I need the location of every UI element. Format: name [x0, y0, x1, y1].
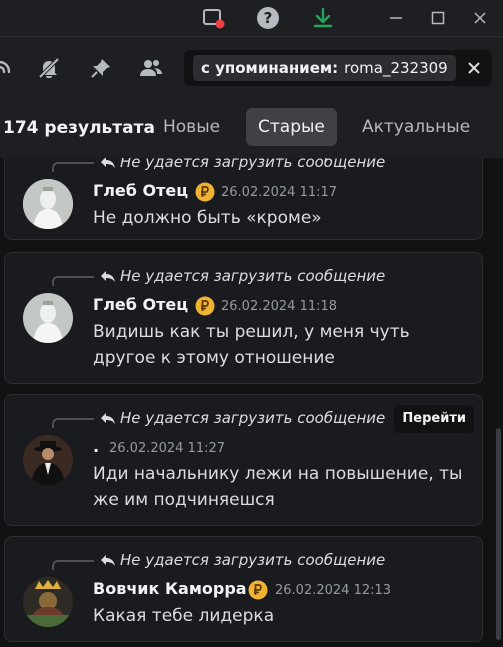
reply-error-text: Не удается загрузить сообщение [120, 267, 386, 285]
ruble-badge-icon [195, 296, 215, 316]
avatar[interactable] [23, 577, 73, 627]
clear-search-icon[interactable] [464, 58, 484, 78]
reply-connector [52, 276, 94, 286]
tab-oldest[interactable]: Старые [246, 108, 337, 146]
message-text: Видишь как ты решил, у меня чуть другое … [93, 322, 410, 368]
list-item[interactable]: Не удается загрузить сообщение Глеб Отец… [4, 158, 483, 240]
search-input[interactable]: с упоминанием: roma_232309 [184, 50, 492, 86]
message-text: Какая тебе лидерка [93, 606, 275, 626]
list-item[interactable]: Не удается загрузить сообщение Перейти .… [4, 394, 483, 526]
message-author[interactable]: . [93, 437, 99, 456]
reply-error-text: Не удается загрузить сообщение [120, 551, 386, 569]
reply-connector [52, 418, 94, 428]
maximize-icon[interactable] [424, 4, 452, 32]
message-timestamp: 26.02.2024 12:13 [275, 583, 392, 598]
channel-toolbar: с упоминанием: roma_232309 [0, 36, 503, 98]
ruble-badge-icon [195, 182, 215, 202]
reply-preview: Не удается загрузить сообщение [52, 409, 392, 428]
threads-icon[interactable] [0, 55, 20, 81]
search-filter-value: roma_232309 [344, 59, 448, 77]
tab-newest[interactable]: Новые [151, 108, 232, 146]
search-filter-label: с упоминанием: [201, 59, 339, 77]
search-results-list: Не удается загрузить сообщение Глеб Отец… [0, 158, 503, 647]
reply-preview: Не удается загрузить сообщение [52, 158, 392, 172]
avatar[interactable] [23, 435, 73, 485]
avatar[interactable] [23, 293, 73, 343]
pin-icon[interactable] [88, 55, 114, 81]
reply-connector [52, 162, 94, 172]
ruble-badge-icon [248, 580, 268, 600]
message-text: Иди начальнику лежи на повышение, ты же … [93, 464, 463, 510]
download-icon[interactable] [309, 4, 337, 32]
message-text: Не должно быть «кроме» [93, 208, 322, 228]
reply-arrow-icon [101, 555, 115, 566]
list-item[interactable]: Не удается загрузить сообщение Вовчик Ка… [4, 536, 483, 642]
message-author[interactable]: Глеб Отец [93, 295, 188, 314]
reply-arrow-icon [101, 158, 115, 168]
reply-arrow-icon [101, 271, 115, 282]
reply-connector [52, 560, 94, 570]
avatar[interactable] [23, 179, 73, 229]
reply-preview: Не удается загрузить сообщение [52, 267, 392, 286]
members-icon[interactable] [138, 55, 164, 81]
list-item[interactable]: Не удается загрузить сообщение Глеб Отец… [4, 252, 483, 384]
message-author[interactable]: Глеб Отец [93, 181, 188, 200]
title-bar: ? [0, 0, 503, 36]
reply-error-text: Не удается загрузить сообщение [120, 409, 386, 427]
results-count: 174 результата [3, 118, 155, 138]
results-scrollbar[interactable] [496, 428, 501, 640]
tab-relevant[interactable]: Актуальные [350, 108, 482, 146]
reply-arrow-icon [101, 413, 115, 424]
mute-bell-icon[interactable] [36, 55, 62, 81]
minimize-icon[interactable] [382, 4, 410, 32]
close-window-icon[interactable] [466, 4, 494, 32]
message-timestamp: 26.02.2024 11:17 [221, 185, 338, 200]
jump-to-message-button[interactable]: Перейти [394, 405, 474, 433]
reply-preview: Не удается загрузить сообщение [52, 551, 392, 570]
svg-text:?: ? [264, 9, 273, 27]
inbox-icon[interactable] [199, 4, 227, 32]
message-author[interactable]: Вовчик Каморра [93, 579, 247, 598]
help-icon[interactable]: ? [254, 4, 282, 32]
message-timestamp: 26.02.2024 11:18 [221, 299, 338, 314]
search-filter-token[interactable]: с упоминанием: roma_232309 [193, 55, 456, 81]
message-timestamp: 26.02.2024 11:27 [109, 441, 226, 456]
reply-error-text: Не удается загрузить сообщение [120, 158, 386, 171]
search-results-header: 174 результата Новые Старые Актуальные [0, 98, 503, 158]
